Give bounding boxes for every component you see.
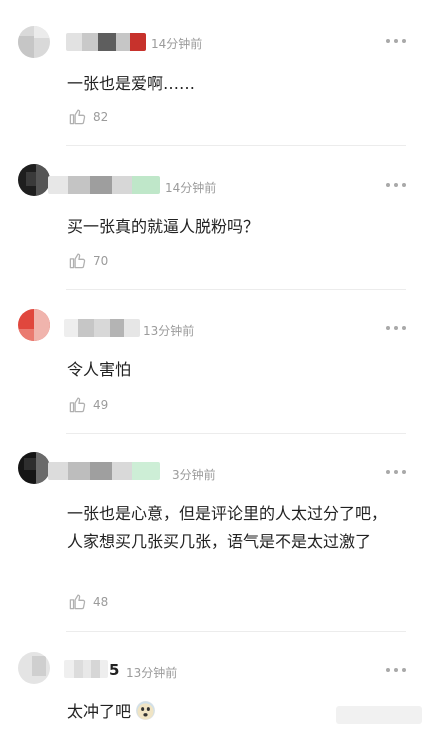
thumbs-up-icon [69, 253, 86, 269]
thumbs-up-icon [69, 594, 86, 610]
divider [66, 631, 406, 632]
comment-text: 买一张真的就逼人脱粉吗？ [67, 217, 260, 236]
username-suffix[interactable]: 5 [109, 661, 119, 679]
like-count: 49 [93, 397, 109, 412]
avatar-image [18, 452, 50, 484]
more-dots-icon[interactable] [386, 36, 406, 46]
like-button[interactable]: 48 [68, 592, 108, 611]
like-count: 70 [93, 253, 109, 268]
avatar-image [18, 164, 50, 196]
comment-time: 13分钟前 [126, 666, 178, 680]
username-blurred[interactable] [66, 33, 146, 51]
fearful-face-emoji-icon [136, 701, 156, 720]
avatar[interactable] [18, 309, 50, 341]
thumbs-up-icon [69, 397, 86, 413]
more-dots-icon[interactable] [386, 467, 406, 477]
more-dots-icon[interactable] [386, 323, 406, 333]
avatar[interactable] [18, 652, 50, 684]
avatar[interactable] [18, 452, 50, 484]
username-blurred[interactable] [48, 462, 160, 480]
thumbs-up-icon [69, 109, 86, 125]
avatar-image [18, 26, 50, 58]
watermark [336, 706, 422, 724]
comment-time: 3分钟前 [172, 468, 216, 482]
avatar[interactable] [18, 26, 50, 58]
avatar-image [18, 309, 50, 341]
like-button[interactable]: 82 [68, 107, 108, 126]
like-button[interactable]: 49 [68, 395, 108, 414]
username-blurred[interactable] [48, 176, 160, 194]
like-count: 48 [93, 594, 109, 609]
avatar[interactable] [18, 164, 50, 196]
comment-text: 一张也是心意，但是评论里的人太过分了吧，人家想买几张买几张，语气是不是太过激了 [67, 504, 388, 551]
comment-list: 14分钟前 一张也是爱啊…… 82 14分钟前 买一张真的就逼人脱粉吗？ 70 … [0, 0, 428, 731]
divider [66, 145, 406, 146]
comment-text: 一张也是爱啊…… [67, 74, 196, 93]
username-blurred[interactable] [64, 660, 108, 678]
like-button[interactable]: 70 [68, 251, 108, 270]
comment-text: 令人害怕 [67, 360, 132, 379]
comment-text-content: 太冲了吧 [67, 702, 132, 721]
divider [66, 289, 406, 290]
avatar-image [18, 652, 50, 684]
more-dots-icon[interactable] [386, 180, 406, 190]
like-count: 82 [93, 109, 109, 124]
divider [66, 433, 406, 434]
more-dots-icon[interactable] [386, 665, 406, 675]
comment-time: 14分钟前 [165, 181, 217, 195]
comment-time: 13分钟前 [143, 324, 195, 338]
comment-time: 14分钟前 [151, 37, 203, 51]
username-blurred[interactable] [64, 319, 140, 337]
